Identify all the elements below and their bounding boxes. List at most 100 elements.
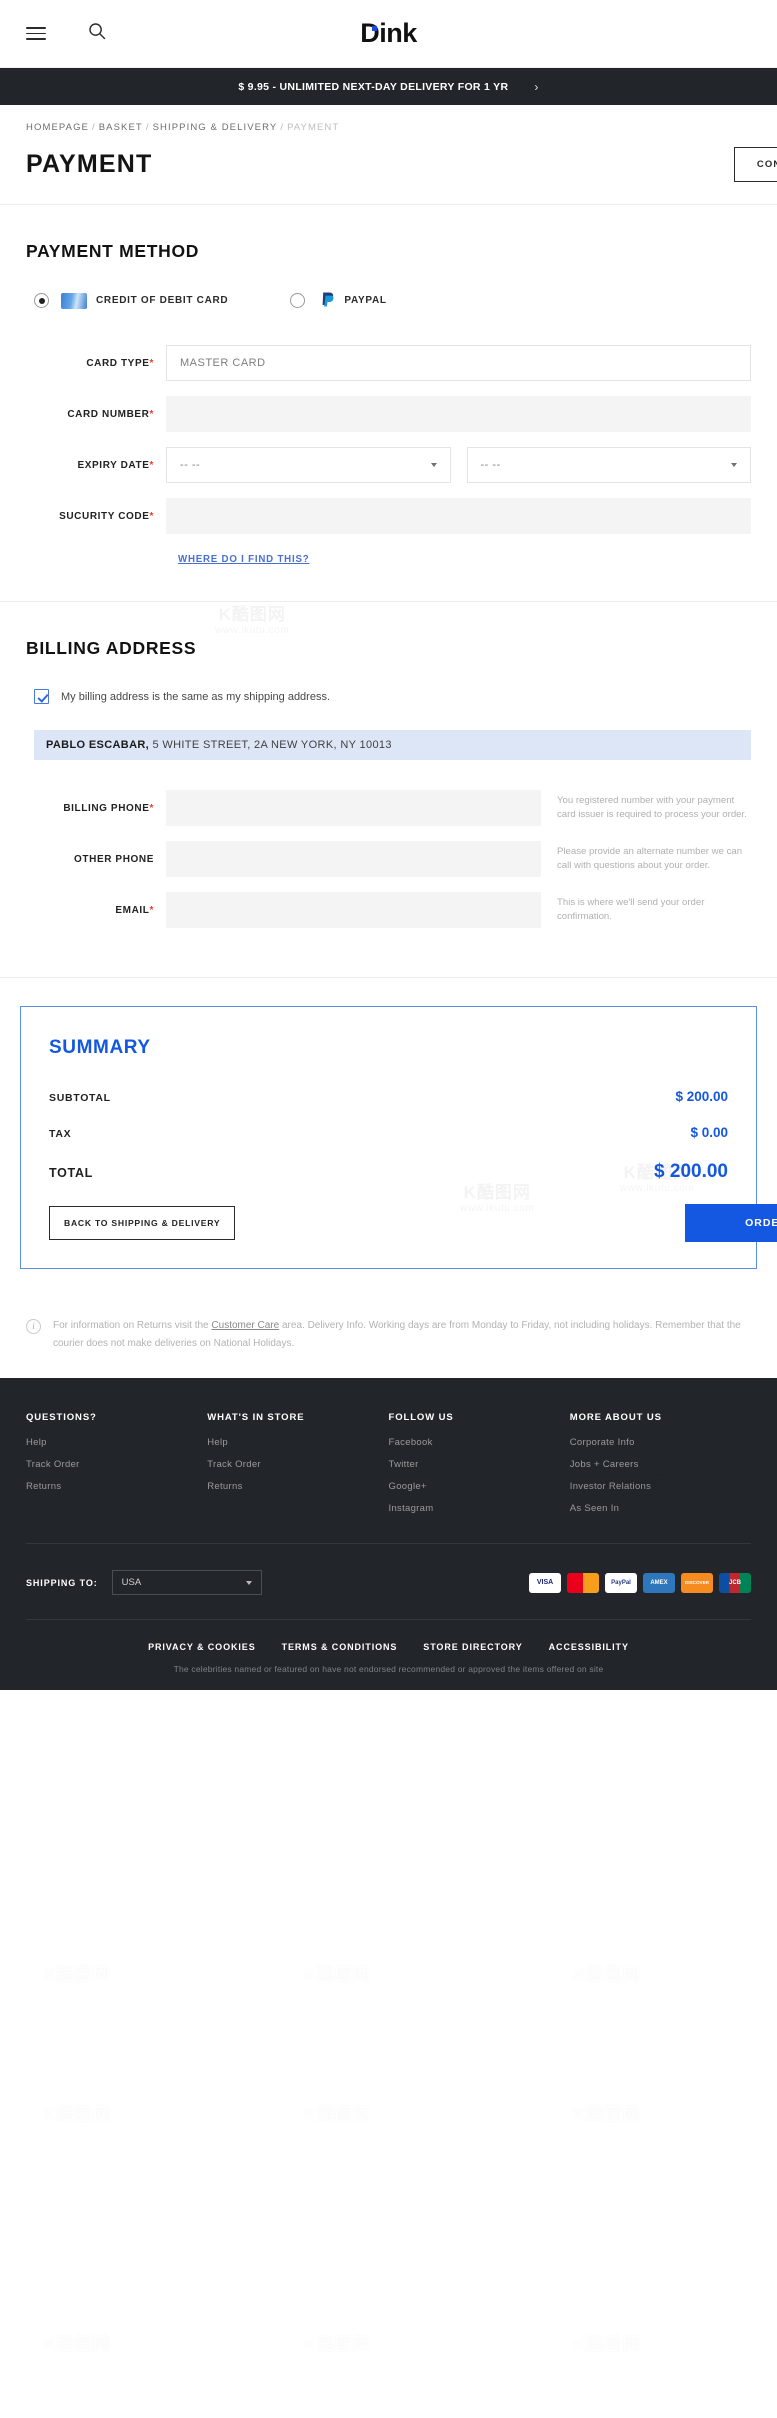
select-expiry-year[interactable]: -- -- [466, 447, 751, 483]
summary-label-tax: TAX [49, 1128, 72, 1140]
watermark: K酷图网www.ikutu.com [40, 1960, 115, 1996]
same-as-shipping-row[interactable]: My billing address is the same as my shi… [26, 689, 751, 704]
mastercard-icon [567, 1572, 599, 1593]
hamburger-menu-icon[interactable] [26, 27, 46, 40]
where-do-i-find-this-link[interactable]: WHERE DO I FIND THIS? [178, 554, 309, 565]
accessibility-link[interactable]: ACCESSIBILITY [549, 1642, 629, 1652]
required-mark: * [149, 904, 154, 916]
input-other-phone[interactable] [166, 841, 541, 877]
breadcrumb-separator: / [145, 122, 150, 133]
form-row-card-number: CARD NUMBER* [26, 396, 751, 432]
footer-column-questions: QUESTIONS? Help Track Order Returns [26, 1412, 207, 1525]
label-email: EMAIL* [26, 905, 166, 916]
expiry-date-selects: -- -- -- -- [166, 447, 751, 483]
watermark-line1: K酷图网 [303, 2335, 371, 2354]
footer-link[interactable]: Track Order [207, 1459, 388, 1470]
watermark-line1: K酷图网 [43, 1965, 111, 1984]
watermark-line2: www.ikutu.com [570, 2355, 645, 2366]
form-row-card-type: CARD TYPE* MASTER CARD [26, 345, 751, 381]
footer-link[interactable]: Twitter [389, 1459, 570, 1470]
label-expiry-date-text: EXPIRY DATE [77, 459, 150, 471]
input-card-type[interactable]: MASTER CARD [166, 345, 751, 381]
input-card-number[interactable] [166, 396, 751, 432]
page-title-row: PAYMENT CONTINUE SHOPPING [0, 133, 777, 205]
search-icon[interactable] [88, 22, 106, 45]
shipping-country-select[interactable]: USA [111, 1570, 262, 1595]
promo-text: $ 9.95 - UNLIMITED NEXT-DAY DELIVERY FOR… [238, 80, 509, 93]
value-expiry-month: -- -- [180, 459, 201, 471]
breadcrumb-item-basket[interactable]: BASKET [99, 122, 143, 133]
card-details-form: CARD TYPE* MASTER CARD CARD NUMBER* EXPI… [26, 345, 751, 567]
watermark-line2: www.ikutu.com [570, 2125, 645, 2136]
watermark-line1: K酷图网 [573, 2105, 641, 2124]
hamburger-line [26, 38, 46, 40]
footer-link[interactable]: Returns [26, 1481, 207, 1492]
input-security-code[interactable] [166, 498, 751, 534]
radio-paypal[interactable] [290, 293, 306, 308]
label-card-type-text: CARD TYPE [86, 357, 150, 369]
watermark-line2: www.ikutu.com [300, 2125, 375, 2136]
input-email[interactable] [166, 892, 541, 928]
footer-link[interactable]: Instagram [389, 1503, 570, 1514]
summary-line-tax: TAX $ 0.00 [49, 1125, 728, 1140]
footer-column-more-about-us: MORE ABOUT US Corporate Info Jobs + Care… [570, 1412, 751, 1525]
footer-link[interactable]: As Seen In [570, 1503, 751, 1514]
hint-email: This is where we'll send your order conf… [557, 896, 705, 922]
continue-shopping-button[interactable]: CONTINUE SHOPPING [733, 147, 777, 182]
footer-heading-whats-in-store: WHAT'S IN STORE [207, 1412, 305, 1423]
summary-value-subtotal: $ 200.00 [675, 1089, 728, 1104]
label-card-number: CARD NUMBER* [26, 409, 166, 420]
visa-icon: VISA [529, 1572, 561, 1593]
brand-logo[interactable]: Dink [0, 18, 777, 49]
footer-shipping-row: SHIPPING TO: USA VISA PayPal AMEX DISCOV… [26, 1543, 751, 1619]
select-expiry-month[interactable]: -- -- [166, 447, 451, 483]
watermark-line1: K酷图网 [573, 1965, 641, 1984]
required-mark: * [149, 459, 154, 471]
label-expiry-date: EXPIRY DATE* [26, 460, 166, 471]
back-to-shipping-button[interactable]: BACK TO SHIPPING & DELIVERY [49, 1206, 236, 1240]
payment-method-options: CREDIT OF DEBIT CARD PAYPAL [26, 292, 751, 309]
payment-option-credit-card[interactable]: CREDIT OF DEBIT CARD [34, 292, 228, 309]
billing-contact-form: BILLING PHONE* You registered number wit… [26, 790, 751, 928]
discover-icon: DISCOVER [681, 1572, 713, 1593]
customer-care-link[interactable]: Customer Care [211, 1320, 279, 1331]
watermark-line2: www.ikutu.com [300, 2355, 375, 2366]
billing-address-summary: PABLO ESCABAR, 5 WHITE STREET, 2A NEW YO… [34, 730, 751, 760]
footer-link[interactable]: Help [207, 1437, 388, 1448]
footer-link[interactable]: Jobs + Careers [570, 1459, 751, 1470]
watermark-line2: www.ikutu.com [40, 1985, 115, 1996]
summary-box: SUMMARY SUBTOTAL $ 200.00 TAX $ 0.00 TOT… [20, 1006, 777, 1269]
breadcrumb-item-homepage[interactable]: HOMEPAGE [26, 122, 89, 133]
watermark-line2: www.ikutu.com [40, 2125, 115, 2136]
jcb-icon: JCB [719, 1572, 751, 1593]
footer-legal: PRIVACY & COOKIES TERMS & CONDITIONS STO… [26, 1619, 751, 1690]
radio-credit-card[interactable] [34, 293, 49, 308]
input-billing-phone[interactable] [166, 790, 541, 826]
payment-option-paypal[interactable]: PAYPAL [290, 292, 386, 309]
value-expiry-year: -- -- [480, 459, 501, 471]
terms-conditions-link[interactable]: TERMS & CONDITIONS [282, 1642, 398, 1652]
chevron-right-icon[interactable]: › [534, 80, 538, 94]
footer-link[interactable]: Facebook [389, 1437, 570, 1448]
store-directory-link[interactable]: STORE DIRECTORY [423, 1642, 522, 1652]
promo-banner[interactable]: $ 9.95 - UNLIMITED NEXT-DAY DELIVERY FOR… [0, 68, 777, 105]
footer-link[interactable]: Returns [207, 1481, 388, 1492]
watermark: K酷图网www.ikutu.com [300, 2100, 375, 2136]
footer-link[interactable]: Corporate Info [570, 1437, 751, 1448]
hamburger-line [26, 27, 46, 29]
footer-link[interactable]: Track Order [26, 1459, 207, 1470]
required-mark: * [149, 357, 154, 369]
label-card-number-text: CARD NUMBER [67, 408, 150, 420]
breadcrumb-item-shipping[interactable]: SHIPPING & DELIVERY [153, 122, 278, 133]
checkbox-same-as-shipping[interactable] [34, 689, 49, 704]
order-button[interactable]: ORDER [685, 1204, 777, 1242]
payment-option-label-paypal: PAYPAL [344, 295, 387, 306]
footer-heading-questions: QUESTIONS? [26, 1412, 97, 1423]
brand-prefix: D [360, 18, 380, 48]
footer-link[interactable]: Help [26, 1437, 207, 1448]
payment-methods-icons: VISA PayPal AMEX DISCOVER JCB [529, 1572, 751, 1593]
breadcrumb-item-payment: PAYMENT [287, 122, 340, 133]
privacy-cookies-link[interactable]: PRIVACY & COOKIES [148, 1642, 255, 1652]
footer-link[interactable]: Investor Relations [570, 1481, 751, 1492]
footer-link[interactable]: Google+ [389, 1481, 570, 1492]
